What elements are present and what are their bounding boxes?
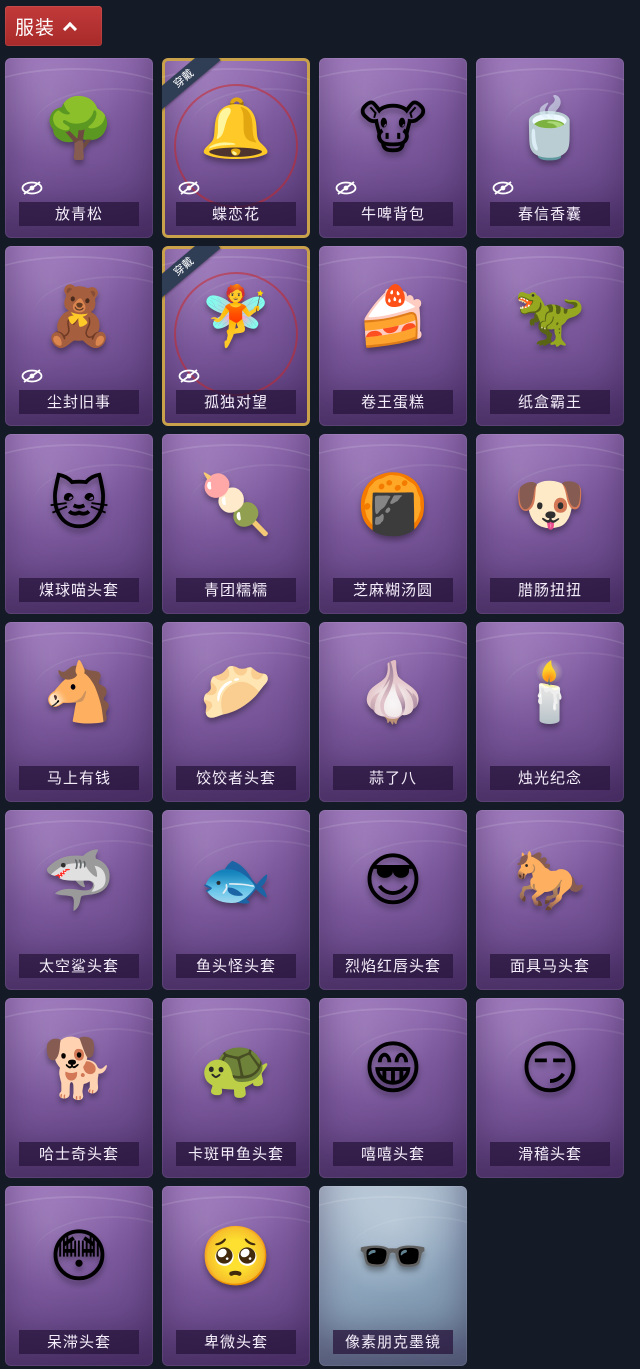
costume-name: 滑稽头套 bbox=[490, 1142, 610, 1166]
costume-card[interactable]: 🦖 纸盒霸王 bbox=[476, 246, 624, 426]
chevron-up-icon bbox=[62, 21, 78, 37]
costume-card[interactable]: 🧚 穿戴 孤独对望 bbox=[162, 246, 310, 426]
costume-thumbnail: 🍡 bbox=[199, 470, 273, 538]
costume-card[interactable]: 🥺 卑微头套 bbox=[162, 1186, 310, 1366]
costume-name: 纸盒霸王 bbox=[490, 390, 610, 414]
costume-thumbnail: 🐎 bbox=[513, 846, 587, 914]
eye-off-icon[interactable] bbox=[178, 368, 200, 383]
costume-card[interactable]: 🦈 太空鲨头套 bbox=[5, 810, 153, 990]
costume-card[interactable]: 🧸 尘封旧事 bbox=[5, 246, 153, 426]
costume-name: 青团糯糯 bbox=[176, 578, 296, 602]
costume-card[interactable]: 😏 滑稽头套 bbox=[476, 998, 624, 1178]
costume-name: 面具马头套 bbox=[490, 954, 610, 978]
costume-name: 牛啤背包 bbox=[333, 202, 453, 226]
costume-name: 像素朋克墨镜 bbox=[333, 1330, 453, 1354]
costume-name: 卑微头套 bbox=[176, 1330, 296, 1354]
costume-thumbnail: 🔔 bbox=[199, 94, 273, 162]
costume-thumbnail: 🐢 bbox=[199, 1034, 273, 1102]
costume-thumbnail: 🥟 bbox=[199, 658, 273, 726]
eye-off-icon[interactable] bbox=[21, 368, 43, 383]
costume-card[interactable]: 🐕 哈士奇头套 bbox=[5, 998, 153, 1178]
costume-thumbnail: 😎 bbox=[362, 846, 424, 914]
costume-card[interactable]: 🐮 牛啤背包 bbox=[319, 58, 467, 238]
costume-card[interactable]: 🕯️ 烛光纪念 bbox=[476, 622, 624, 802]
eye-off-icon[interactable] bbox=[178, 180, 200, 195]
costume-thumbnail: 😏 bbox=[519, 1034, 581, 1102]
costume-grid: 🌳 放青松 🔔 穿戴 蝶恋花 🐮 牛啤背包 🍵 春信香囊 🧸 尘封旧事 🧚 穿戴 孤独对望 🍰 卷王蛋糕 🦖 纸盒… bbox=[5, 58, 624, 1366]
costume-thumbnail: 🍰 bbox=[356, 282, 430, 350]
costume-card[interactable]: 😁 嘻嘻头套 bbox=[319, 998, 467, 1178]
costume-thumbnail: 😳 bbox=[48, 1222, 110, 1290]
costume-name: 鱼头怪头套 bbox=[176, 954, 296, 978]
costume-card[interactable]: 🍡 青团糯糯 bbox=[162, 434, 310, 614]
costume-name: 嘻嘻头套 bbox=[333, 1142, 453, 1166]
costume-thumbnail: 🧸 bbox=[42, 282, 116, 350]
costume-card[interactable]: 🌳 放青松 bbox=[5, 58, 153, 238]
costume-thumbnail: 🐶 bbox=[513, 470, 587, 538]
costume-thumbnail: 🐕 bbox=[42, 1034, 116, 1102]
costume-name: 哈士奇头套 bbox=[19, 1142, 139, 1166]
costume-section-toggle[interactable]: 服装 bbox=[5, 6, 102, 46]
costume-name: 卷王蛋糕 bbox=[333, 390, 453, 414]
costume-card[interactable]: 🐎 面具马头套 bbox=[476, 810, 624, 990]
costume-name: 蒜了八 bbox=[333, 766, 453, 790]
costume-card[interactable]: 🍰 卷王蛋糕 bbox=[319, 246, 467, 426]
costume-card[interactable]: 🥟 饺饺者头套 bbox=[162, 622, 310, 802]
costume-card[interactable]: 🐢 卡斑甲鱼头套 bbox=[162, 998, 310, 1178]
costume-thumbnail: 🧚 bbox=[199, 282, 273, 350]
costume-card[interactable]: 😳 呆滞头套 bbox=[5, 1186, 153, 1366]
costume-thumbnail: 🕯️ bbox=[513, 658, 587, 726]
costume-card[interactable]: 🐱 煤球喵头套 bbox=[5, 434, 153, 614]
costume-name: 腊肠扭扭 bbox=[490, 578, 610, 602]
costume-name: 烛光纪念 bbox=[490, 766, 610, 790]
costume-name: 卡斑甲鱼头套 bbox=[176, 1142, 296, 1166]
costume-thumbnail: 🥺 bbox=[199, 1222, 273, 1290]
section-title: 服装 bbox=[15, 16, 56, 39]
costume-card[interactable]: 🕶️ 像素朋克墨镜 bbox=[319, 1186, 467, 1366]
costume-card[interactable]: 🐟 鱼头怪头套 bbox=[162, 810, 310, 990]
costume-name: 孤独对望 bbox=[176, 390, 296, 414]
costume-thumbnail: 🐱 bbox=[48, 470, 110, 538]
costume-thumbnail: 🍵 bbox=[513, 94, 587, 162]
costume-card[interactable]: 😎 烈焰红唇头套 bbox=[319, 810, 467, 990]
costume-card[interactable]: 🐶 腊肠扭扭 bbox=[476, 434, 624, 614]
costume-name: 烈焰红唇头套 bbox=[333, 954, 453, 978]
costume-name: 马上有钱 bbox=[19, 766, 139, 790]
costume-name: 饺饺者头套 bbox=[176, 766, 296, 790]
eye-off-icon[interactable] bbox=[335, 180, 357, 195]
costume-name: 呆滞头套 bbox=[19, 1330, 139, 1354]
costume-name: 太空鲨头套 bbox=[19, 954, 139, 978]
costume-thumbnail: 🦈 bbox=[42, 846, 116, 914]
costume-thumbnail: 🐟 bbox=[199, 846, 273, 914]
costume-thumbnail: 🦖 bbox=[513, 282, 587, 350]
costume-thumbnail: 🐮 bbox=[358, 94, 428, 162]
costume-name: 芝麻糊汤圆 bbox=[333, 578, 453, 602]
costume-card[interactable]: 🍘 芝麻糊汤圆 bbox=[319, 434, 467, 614]
costume-card[interactable]: 🔔 穿戴 蝶恋花 bbox=[162, 58, 310, 238]
costume-thumbnail: 🐴 bbox=[42, 658, 116, 726]
costume-thumbnail: 🧄 bbox=[356, 658, 430, 726]
costume-thumbnail: 🌳 bbox=[42, 94, 116, 162]
eye-off-icon[interactable] bbox=[21, 180, 43, 195]
costume-thumbnail: 🕶️ bbox=[356, 1222, 430, 1290]
costume-card[interactable]: 🐴 马上有钱 bbox=[5, 622, 153, 802]
costume-name: 放青松 bbox=[19, 202, 139, 226]
eye-off-icon[interactable] bbox=[492, 180, 514, 195]
costume-name: 尘封旧事 bbox=[19, 390, 139, 414]
costume-name: 春信香囊 bbox=[490, 202, 610, 226]
costume-thumbnail: 😁 bbox=[362, 1034, 424, 1102]
costume-name: 煤球喵头套 bbox=[19, 578, 139, 602]
costume-name: 蝶恋花 bbox=[176, 202, 296, 226]
costume-card[interactable]: 🧄 蒜了八 bbox=[319, 622, 467, 802]
costume-thumbnail: 🍘 bbox=[356, 470, 430, 538]
costume-card[interactable]: 🍵 春信香囊 bbox=[476, 58, 624, 238]
